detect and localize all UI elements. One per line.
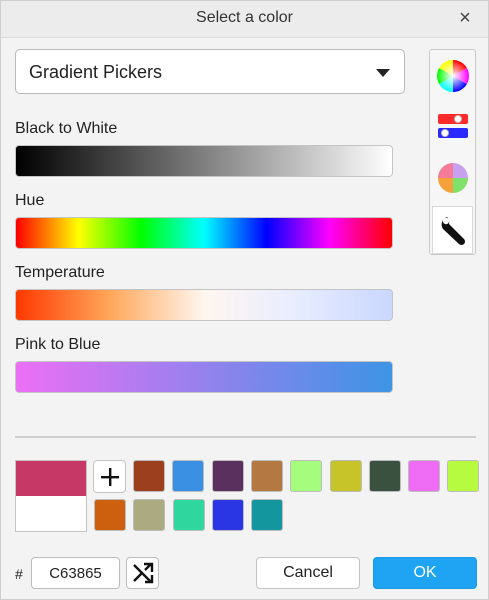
color-swatch[interactable] (329, 460, 362, 492)
color-swatch[interactable] (290, 460, 323, 492)
color-swatch[interactable] (368, 460, 401, 492)
close-icon[interactable]: × (456, 8, 474, 28)
color-swatch[interactable] (94, 499, 126, 531)
gradient-label-black-white: Black to White (15, 120, 118, 137)
add-swatch-button[interactable] (93, 460, 126, 493)
color-swatch[interactable] (133, 499, 166, 531)
color-swatch[interactable] (211, 499, 244, 531)
sliders-icon (437, 114, 468, 138)
hex-input[interactable] (31, 557, 120, 589)
gradient-pink-blue[interactable] (15, 361, 393, 393)
gradient-temperature[interactable] (15, 289, 393, 321)
new-color-preview (16, 461, 86, 496)
custom-pickers-button[interactable] (432, 206, 473, 254)
cancel-button[interactable]: Cancel (256, 557, 360, 589)
gradient-black-white[interactable] (15, 145, 393, 177)
color-swatch[interactable] (172, 460, 205, 492)
color-swatch[interactable] (251, 499, 284, 531)
random-color-button[interactable] (126, 557, 159, 589)
color-swatch[interactable] (211, 460, 244, 492)
gradient-label-temperature: Temperature (15, 264, 105, 281)
color-swatch[interactable] (408, 460, 441, 492)
gradient-label-pink-blue: Pink to Blue (15, 336, 101, 353)
chevron-down-icon (376, 69, 390, 77)
color-swatch[interactable] (250, 460, 283, 492)
divider (15, 436, 476, 438)
title-bar: Select a color × (1, 1, 488, 38)
gradient-hue[interactable] (15, 217, 393, 249)
dialog-title: Select a color (196, 9, 293, 26)
plus-icon (100, 467, 119, 486)
color-swatch[interactable] (172, 499, 205, 531)
ok-button[interactable]: OK (373, 557, 477, 589)
hex-prefix: # (15, 566, 23, 582)
color-swatch[interactable] (133, 460, 165, 492)
color-wheel-icon (436, 60, 469, 92)
color-dialog: Select a color × Gradient Pickers Black … (0, 0, 489, 600)
wrench-icon (441, 217, 465, 246)
color-preview (15, 460, 87, 532)
gradient-label-hue: Hue (15, 192, 45, 209)
picker-type-select[interactable]: Gradient Pickers (15, 49, 405, 94)
palette-button[interactable] (432, 154, 473, 202)
picker-mode-toolbar (429, 49, 476, 255)
sliders-button[interactable] (432, 102, 473, 150)
shuffle-icon (132, 562, 153, 584)
color-swatch[interactable] (447, 460, 480, 492)
picker-type-value: Gradient Pickers (29, 62, 163, 82)
old-color-preview (16, 496, 86, 531)
palette-icon (437, 163, 468, 193)
color-wheel-button[interactable] (432, 52, 473, 100)
